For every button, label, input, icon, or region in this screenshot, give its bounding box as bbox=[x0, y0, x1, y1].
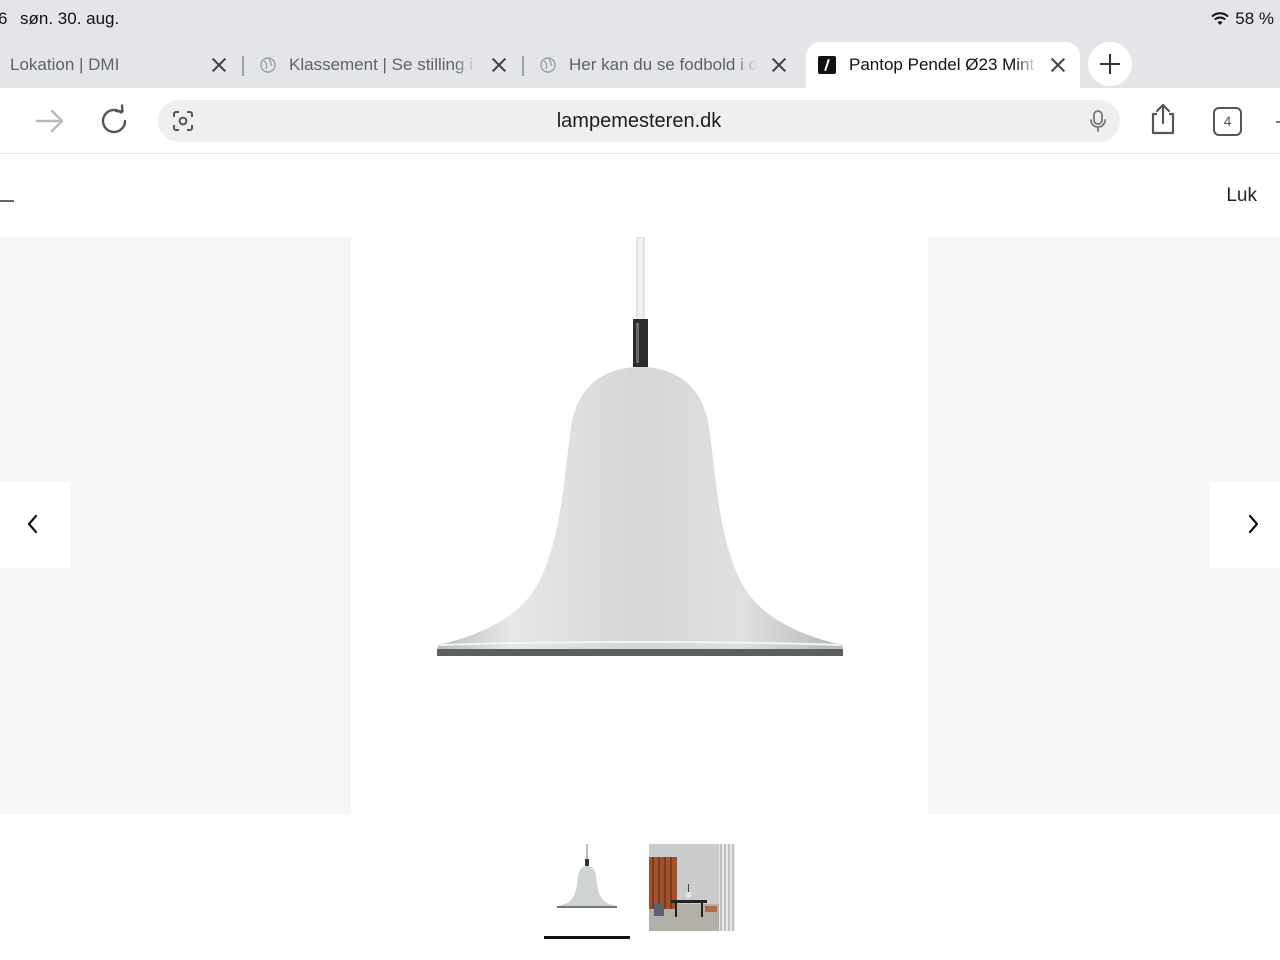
globe-icon bbox=[260, 57, 276, 73]
tab-overview-button[interactable]: 4 bbox=[1213, 107, 1242, 136]
battery-percentage: 58 % bbox=[1235, 9, 1274, 28]
close-tab-icon[interactable] bbox=[209, 55, 229, 75]
pendant-lamp-image bbox=[437, 236, 843, 656]
product-thumbnail[interactable] bbox=[544, 844, 630, 931]
tab-title: Pantop Pendel Ø23 Mint bbox=[849, 55, 1037, 75]
tab-pantop-pendel[interactable]: Pantop Pendel Ø23 Mint bbox=[806, 42, 1080, 88]
tab-bar: Lokation | DMI Klassement | Se stilling … bbox=[0, 40, 1280, 88]
share-icon[interactable] bbox=[1146, 102, 1180, 136]
status-indicators: 58 % bbox=[1211, 9, 1274, 29]
tab-title: Klassement | Se stilling i bbox=[289, 55, 477, 75]
close-tab-icon[interactable] bbox=[769, 55, 789, 75]
tab-klassement[interactable]: Klassement | Se stilling i bbox=[252, 42, 520, 88]
selected-thumbnail-indicator bbox=[544, 936, 630, 939]
product-image-gallery: Luk bbox=[0, 155, 1280, 960]
tab-divider bbox=[522, 56, 524, 76]
address-bar[interactable]: lampemesteren.dk bbox=[158, 100, 1120, 142]
next-image-button[interactable] bbox=[1210, 482, 1280, 568]
close-tab-icon[interactable] bbox=[489, 55, 509, 75]
toolbar-overflow-edge bbox=[1276, 121, 1280, 123]
wifi-icon bbox=[1211, 12, 1229, 25]
browser-toolbar: lampemesteren.dk 4 bbox=[0, 88, 1280, 154]
forward-icon[interactable] bbox=[33, 104, 67, 138]
tab-title: Lokation | DMI bbox=[10, 55, 200, 75]
microphone-icon[interactable] bbox=[1087, 109, 1109, 133]
globe-icon bbox=[540, 57, 556, 73]
url-text: lampemesteren.dk bbox=[556, 110, 722, 132]
interior-room-thumbnail-image bbox=[649, 844, 735, 931]
tab-title: Her kan du se fodbold i d bbox=[569, 55, 757, 75]
lampemesteren-favicon-icon bbox=[818, 56, 836, 74]
chevron-left-icon bbox=[27, 514, 38, 534]
status-date: søn. 30. aug. bbox=[20, 9, 120, 28]
close-tab-icon[interactable] bbox=[1048, 55, 1068, 75]
status-bar: 6 søn. 30. aug. 58 % bbox=[0, 0, 1280, 40]
status-time: 6 bbox=[0, 9, 8, 28]
tab-divider bbox=[242, 56, 244, 76]
chevron-right-icon bbox=[1248, 514, 1259, 534]
reload-icon[interactable] bbox=[98, 104, 132, 138]
tab-fodbold[interactable]: Her kan du se fodbold i d bbox=[532, 42, 800, 88]
edge-dash bbox=[0, 200, 14, 202]
product-main-image bbox=[351, 236, 928, 814]
previous-image-button[interactable] bbox=[0, 482, 70, 568]
interior-thumbnail[interactable] bbox=[649, 844, 735, 931]
pendant-lamp-thumbnail-image bbox=[557, 844, 617, 908]
close-gallery-button[interactable]: Luk bbox=[1226, 185, 1257, 207]
tab-lokation-dmi[interactable]: Lokation | DMI bbox=[0, 42, 240, 88]
new-tab-button[interactable] bbox=[1088, 42, 1132, 86]
